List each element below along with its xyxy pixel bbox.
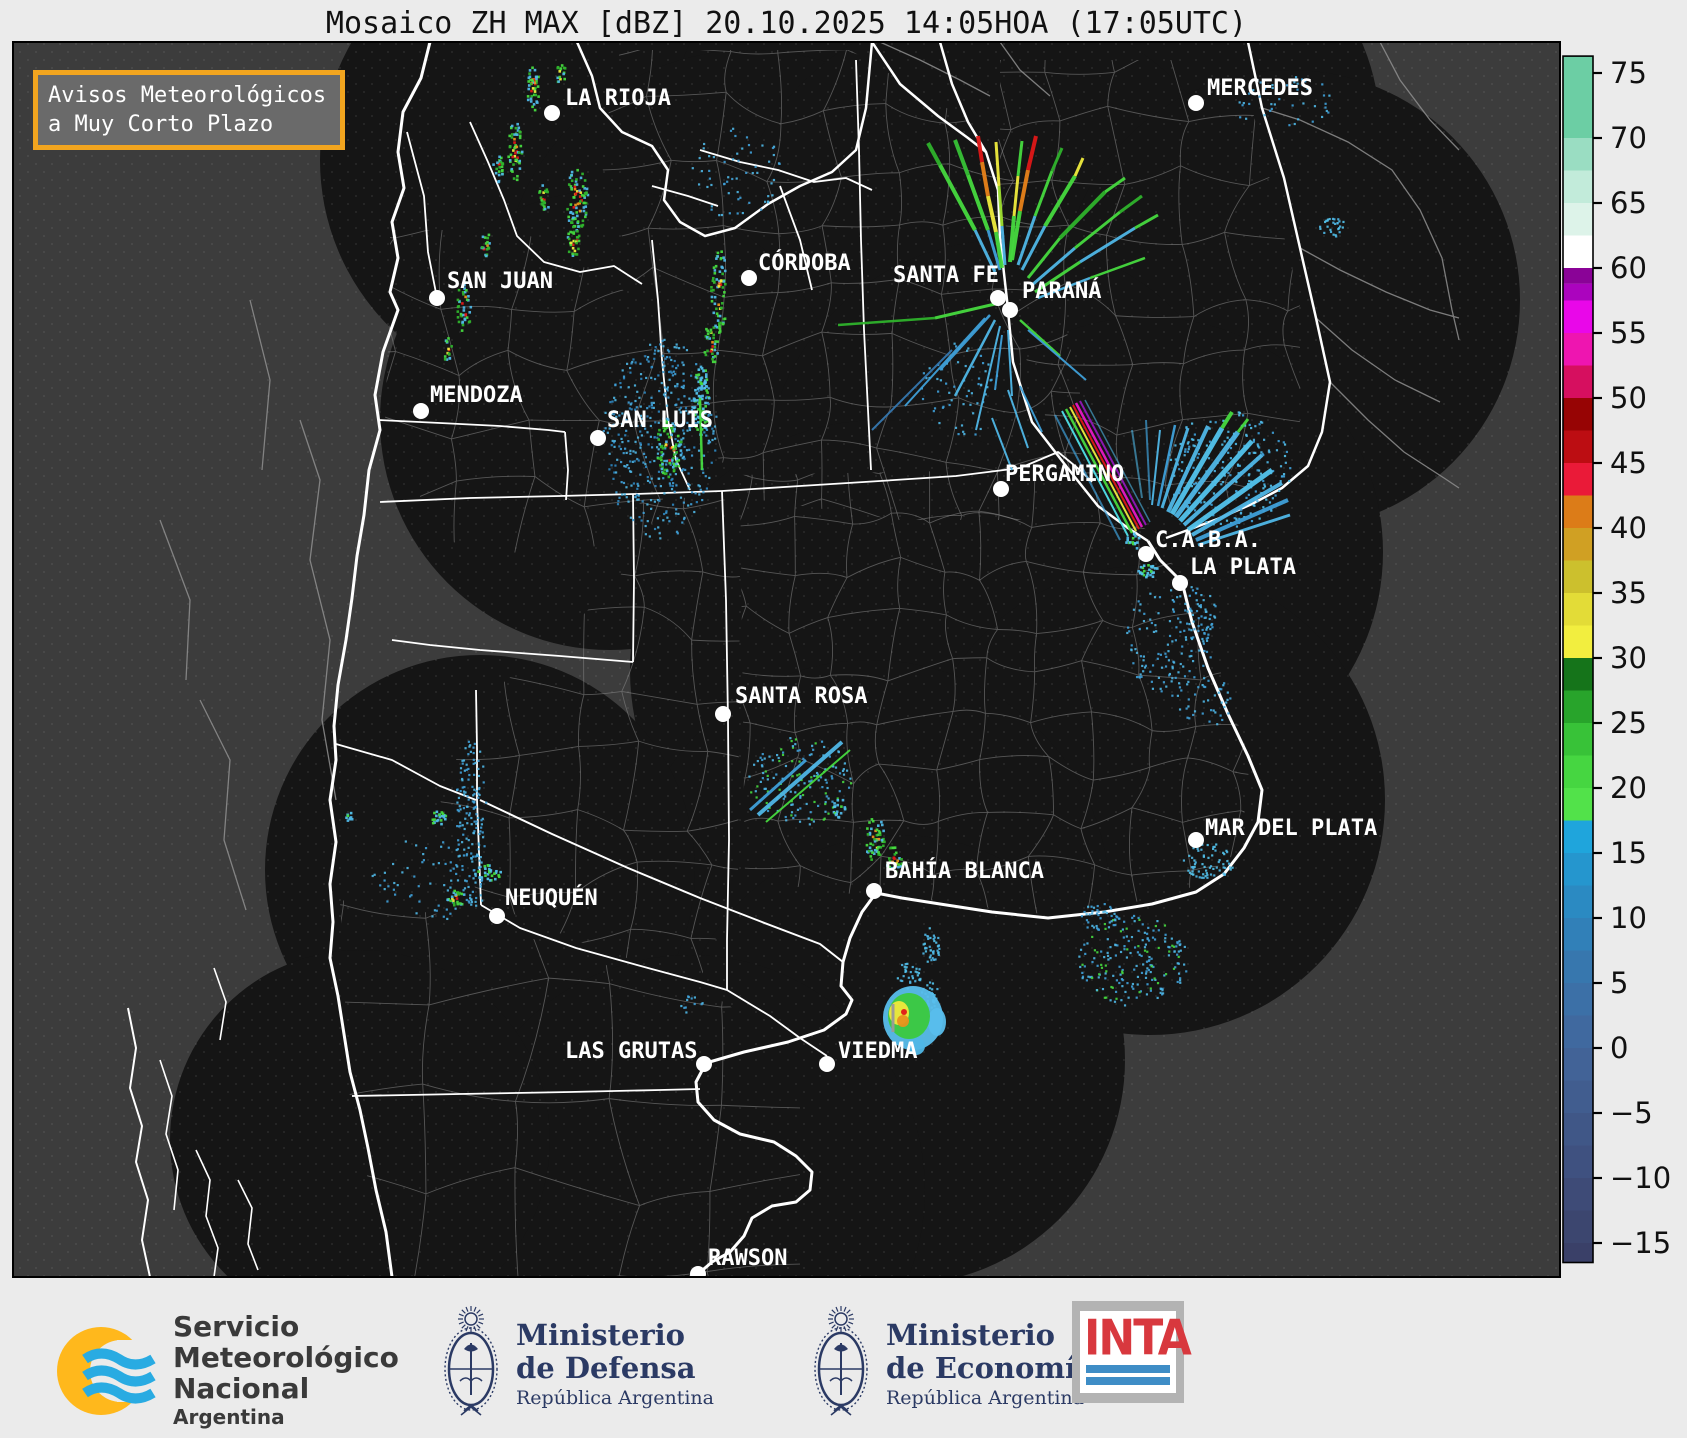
city-dot — [489, 908, 505, 924]
colorbar-tick-label: 10 — [1610, 901, 1647, 935]
colorbar-tick-label: 25 — [1610, 706, 1647, 740]
city-dot — [819, 1056, 835, 1072]
colorbar-tick-label: 20 — [1610, 771, 1647, 805]
defensa-line1: Ministerio — [516, 1318, 686, 1352]
map-layers: LA RIOJA MERCEDES SAN JUAN CÓRDOBA SANTA FE P… — [13, 42, 1560, 1277]
warning-line-2: a Muy Corto Plazo — [48, 112, 274, 137]
inta-logo: INTA — [1072, 1301, 1192, 1403]
city-dot — [429, 290, 445, 306]
economia-line1: Ministerio — [886, 1318, 1056, 1352]
city-label: VIEDMA — [838, 1039, 917, 1064]
colorbar-tick-label: −5 — [1610, 1096, 1653, 1130]
colorbar-tick-label: −10 — [1610, 1161, 1671, 1195]
colorbar-tick-label: 55 — [1610, 316, 1647, 350]
city-label: NEUQUÉN — [505, 885, 598, 911]
inta-wordmark: INTA — [1084, 1309, 1192, 1367]
city-label: SAN JUAN — [447, 269, 553, 294]
city-dot — [690, 1266, 706, 1277]
smn-name-line3: Nacional — [173, 1372, 310, 1405]
city-label: LAS GRUTAS — [565, 1039, 697, 1064]
colorbar-tick-label: 15 — [1610, 836, 1647, 870]
city-dot — [413, 403, 429, 419]
city-dot — [715, 706, 731, 722]
city-label: MAR DEL PLATA — [1205, 816, 1377, 841]
city-dot — [1188, 832, 1204, 848]
colorbar-tick-label: 0 — [1610, 1031, 1628, 1065]
smn-crescent-icon — [57, 1326, 159, 1415]
footer-logos: Servicio Meteorológico Nacional Argentin… — [0, 1283, 1687, 1438]
city-label: LA RIOJA — [565, 86, 671, 111]
colorbar-tick-label: 5 — [1610, 966, 1628, 1000]
coat-of-arms-icon — [814, 1305, 868, 1416]
colorbar-tick-label: 65 — [1610, 186, 1647, 220]
colorbar: 757065605550454035302520151050−5−10−15 — [1562, 55, 1671, 1264]
smn-logo: Servicio Meteorológico Nacional Argentin… — [55, 1311, 399, 1430]
city-label: CÓRDOBA — [758, 250, 851, 276]
city-label: MENDOZA — [430, 383, 523, 408]
smn-name-line1: Servicio — [173, 1310, 300, 1343]
smn-name-line4: Argentina — [173, 1405, 285, 1429]
inta-bar-2 — [1086, 1377, 1170, 1385]
city-dot — [990, 290, 1006, 306]
colorbar-tick-label: −15 — [1610, 1226, 1671, 1260]
colorbar-tick-label: 40 — [1610, 511, 1647, 545]
colorbar-tick-label: 30 — [1610, 641, 1647, 675]
city-label: SANTA ROSA — [735, 684, 867, 709]
colorbar-tick-label: 70 — [1610, 121, 1647, 155]
defensa-line2: de Defensa — [516, 1351, 696, 1385]
colorbar-tick-label: 50 — [1610, 381, 1647, 415]
smn-name-line2: Meteorológico — [173, 1341, 399, 1374]
warning-banner[interactable]: Avisos Meteorológicos a Muy Corto Plazo — [33, 70, 345, 150]
city-dot — [544, 105, 560, 121]
city-label: BAHÍA BLANCA — [885, 858, 1044, 884]
colorbar-tick-label: 60 — [1610, 251, 1647, 285]
warning-line-1: Avisos Meteorológicos — [48, 83, 327, 108]
defensa-line3: República Argentina — [516, 1387, 714, 1409]
city-dot — [696, 1056, 712, 1072]
city-dot — [866, 883, 882, 899]
city-dot — [1188, 95, 1204, 111]
radar-mosaic-figure: Mosaico ZH MAX [dBZ] 20.10.2025 14:05HOA… — [0, 0, 1687, 1438]
colorbar-tick-label: 35 — [1610, 576, 1647, 610]
ministerio-economia-logo: Ministerio de Economía República Argenti… — [810, 1303, 1095, 1427]
radar-map: LA RIOJA MERCEDES SAN JUAN CÓRDOBA SANTA FE P… — [12, 41, 1671, 1278]
city-label: SANTA FE — [893, 263, 999, 288]
city-dot — [590, 430, 606, 446]
city-label: MERCEDES — [1207, 76, 1313, 101]
colorbar-tick-label: 45 — [1610, 446, 1647, 480]
city-label: RAWSON — [708, 1246, 787, 1271]
coat-of-arms-icon — [444, 1305, 498, 1416]
ministerio-defensa-logo: Ministerio de Defensa República Argentin… — [440, 1303, 714, 1427]
economia-line3: República Argentina — [886, 1387, 1084, 1409]
city-dot — [1002, 302, 1018, 318]
city-label: PERGAMINO — [1005, 462, 1124, 487]
city-label: PARANÁ — [1022, 278, 1101, 304]
city-label: C.A.B.A. — [1155, 528, 1261, 553]
city-dot — [741, 270, 757, 286]
economia-line2: de Economía — [886, 1351, 1095, 1385]
city-label: LA PLATA — [1190, 555, 1296, 580]
colorbar-tick-label: 75 — [1610, 56, 1647, 90]
city-label: SAN LUIS — [607, 408, 713, 433]
city-dot — [1138, 546, 1154, 562]
city-dot — [1172, 575, 1188, 591]
